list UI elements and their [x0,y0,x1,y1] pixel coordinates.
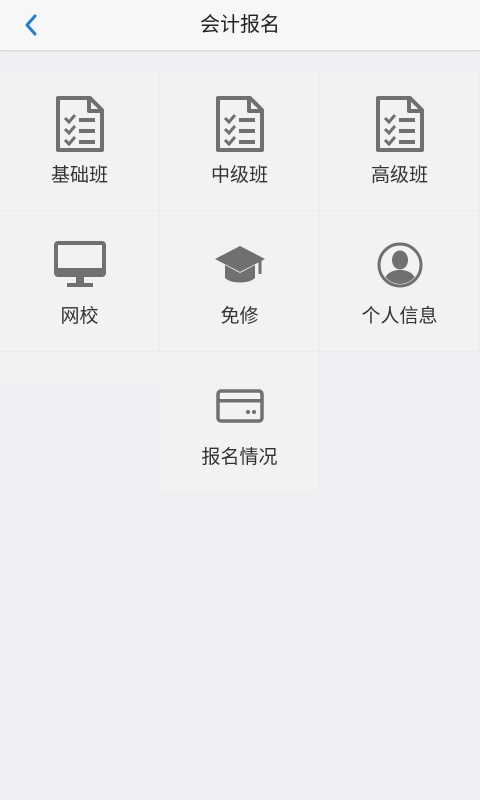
menu-item-label: 免修 [220,305,259,327]
tile-filler [0,352,160,382]
menu-item-online-school[interactable]: 网校 [0,211,160,352]
menu-grid: 基础班 中级班 高级班 网校 免修 个人信息 报名情况 [0,70,480,493]
graduation-cap-icon [214,246,265,283]
menu-item-label: 网校 [60,305,99,327]
menu-item-personal-info[interactable]: 个人信息 [320,211,480,352]
credit-card-icon [215,389,264,423]
menu-item-basic-class[interactable]: 基础班 [0,70,160,211]
app-header: 会计报名 [0,0,480,51]
menu-item-label: 个人信息 [361,305,438,327]
document-checklist-icon [215,96,264,152]
chevron-left-icon [25,14,37,36]
document-checklist-icon [375,96,424,152]
back-button[interactable] [14,8,50,42]
menu-item-registration-status[interactable]: 报名情况 [160,352,320,493]
menu-item-advanced-class[interactable]: 高级班 [320,70,480,211]
page-title: 会计报名 [200,12,280,36]
menu-item-label: 报名情况 [201,446,278,468]
user-avatar-icon [377,242,422,288]
menu-item-label: 中级班 [210,164,268,186]
document-checklist-icon [55,96,104,152]
menu-item-exemption[interactable]: 免修 [160,211,320,352]
menu-item-intermediate-class[interactable]: 中级班 [160,70,320,211]
menu-item-label: 高级班 [370,164,428,186]
monitor-icon [53,241,106,287]
menu-item-label: 基础班 [50,164,108,186]
